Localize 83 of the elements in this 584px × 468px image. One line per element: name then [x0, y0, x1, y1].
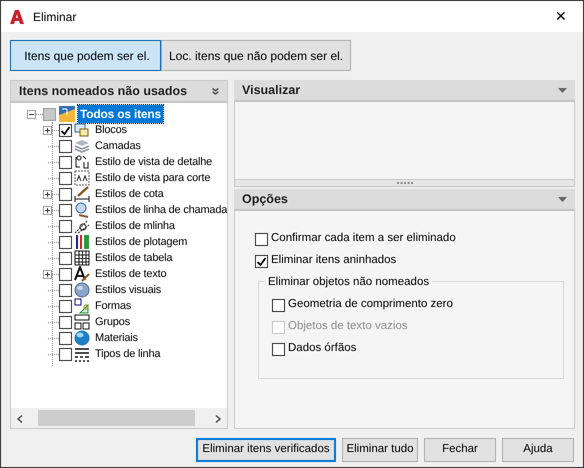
tree-item[interactable]: Camadas	[93, 138, 143, 154]
item-icon	[74, 154, 90, 170]
item-icon	[74, 330, 90, 346]
item-icon	[74, 138, 90, 154]
panel-header[interactable]: Opções	[234, 189, 575, 211]
close-button[interactable]: ✕	[539, 6, 583, 27]
checkbox[interactable]	[59, 300, 72, 312]
checkbox[interactable]	[43, 108, 56, 120]
item-icon	[74, 346, 90, 362]
tree-item[interactable]: Estilos de mlinha	[93, 218, 177, 234]
scroll-right-icon[interactable]	[215, 414, 221, 423]
checkbox[interactable]	[59, 188, 72, 200]
item-icon	[74, 314, 90, 330]
checkbox[interactable]	[59, 140, 72, 152]
checkbox[interactable]	[59, 348, 72, 360]
horizontal-scrollbar[interactable]	[11, 408, 227, 428]
item-icon	[74, 122, 90, 138]
item-icon	[74, 170, 90, 186]
checkbox-label[interactable]: Geometria de comprimento zero	[288, 296, 453, 314]
collapse-toggle-icon[interactable]	[27, 110, 36, 118]
tab[interactable]: Loc. itens que não podem ser el.	[161, 40, 352, 71]
checkbox[interactable]	[59, 284, 72, 296]
expand-toggle-icon[interactable]	[43, 126, 52, 134]
tab[interactable]: Itens que podem ser el.	[10, 40, 161, 71]
checkbox[interactable]	[272, 298, 285, 312]
panel-title: Itens nomeados não usados	[19, 82, 188, 100]
checkbox[interactable]	[59, 172, 72, 184]
panel-title: Opções	[242, 190, 288, 208]
checkbox[interactable]	[272, 342, 285, 356]
checkbox[interactable]	[59, 316, 72, 328]
checkbox[interactable]	[255, 254, 268, 268]
tree-item[interactable]: Todos os itens	[78, 105, 163, 123]
panel-title: Visualizar	[242, 82, 300, 99]
item-icon	[74, 266, 90, 282]
dialog-button[interactable]: Eliminar tudo	[342, 438, 418, 462]
item-icon	[74, 186, 90, 202]
dropdown-arrow-icon	[558, 196, 567, 202]
tree-item[interactable]: Estilos de plotagem	[93, 234, 190, 250]
tree-item[interactable]: Formas	[93, 298, 134, 314]
scroll-left-icon[interactable]	[17, 414, 23, 423]
panel-header[interactable]: Itens nomeados não usados »	[11, 81, 227, 103]
tree-item[interactable]: Estilos de linha de chamada	[93, 202, 227, 218]
checkbox-label[interactable]: Dados órfãos	[288, 340, 356, 358]
splitter-handle[interactable]	[234, 180, 575, 187]
tree-item[interactable]: Estilos de tabela	[93, 250, 174, 266]
tree-item[interactable]: Blocos	[93, 122, 129, 138]
checkbox-label[interactable]: Confirmar cada item a ser eliminado	[271, 230, 456, 248]
item-icon	[74, 218, 90, 234]
checkbox-label[interactable]: Eliminar itens aninhados	[271, 252, 396, 270]
tree-item[interactable]: Estilo de vista de detalhe	[93, 154, 214, 170]
tree-item[interactable]: Estilos visuais	[93, 282, 164, 298]
checkbox[interactable]	[59, 252, 72, 264]
expand-toggle-icon[interactable]	[43, 190, 52, 198]
dialog-button[interactable]: Ajuda	[502, 438, 574, 462]
tree-item[interactable]: Grupos	[93, 314, 132, 330]
dropdown-arrow-icon	[558, 88, 567, 92]
checkbox[interactable]	[59, 236, 72, 248]
all-items-icon	[59, 106, 75, 122]
checkbox[interactable]	[59, 156, 72, 168]
item-icon	[74, 202, 90, 218]
tree-item[interactable]: Estilos de cota	[93, 186, 166, 202]
expand-toggle-icon[interactable]	[43, 270, 52, 278]
dialog-button[interactable]: Fechar	[424, 438, 496, 462]
tree-item[interactable]: Tipos de linha	[93, 346, 162, 362]
item-icon	[74, 282, 90, 298]
checkbox[interactable]	[59, 220, 72, 232]
checkbox[interactable]	[59, 124, 72, 136]
checkbox[interactable]	[59, 268, 72, 280]
collapse-icon[interactable]: »	[204, 86, 226, 96]
item-icon	[74, 298, 90, 314]
window-title: Eliminar	[33, 8, 76, 26]
item-icon	[74, 250, 90, 266]
checkbox[interactable]	[59, 332, 72, 344]
checkbox[interactable]	[59, 204, 72, 216]
expand-toggle-icon[interactable]	[43, 206, 52, 214]
tree-item[interactable]: Materiais	[93, 330, 140, 346]
panel-header[interactable]: Visualizar	[234, 80, 575, 102]
tree-item[interactable]: Estilo de vista para corte	[93, 170, 212, 186]
dialog-button[interactable]: Eliminar itens verificados	[196, 438, 336, 462]
app-logo-icon	[9, 8, 25, 24]
tree-item[interactable]: Estilos de texto	[93, 266, 168, 282]
item-icon	[74, 234, 90, 250]
checkbox[interactable]	[255, 232, 268, 246]
